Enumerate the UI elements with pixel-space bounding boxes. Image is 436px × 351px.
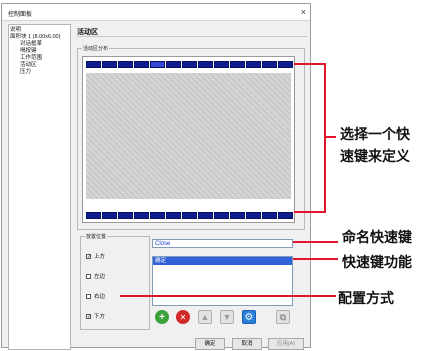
annotation-key-function: 快速键功能 xyxy=(342,255,412,271)
key-name-value: Close xyxy=(155,241,171,247)
tree-item-panel-block[interactable]: 面积块 1 (8.00x6.00) xyxy=(10,34,69,41)
hotkey-slot[interactable] xyxy=(262,212,277,219)
hotkey-slot[interactable] xyxy=(150,61,165,68)
hotkey-slot[interactable] xyxy=(214,212,229,219)
dialog-title: 控制面板 xyxy=(8,12,33,18)
tree-item-work-range[interactable]: 工作范围 xyxy=(10,55,69,62)
hotkey-slot[interactable] xyxy=(118,61,133,68)
active-area-group-label: 活动区分布 xyxy=(82,45,110,52)
hotkey-slot[interactable] xyxy=(182,61,197,68)
copy-icon[interactable]: ⧉ xyxy=(276,310,290,324)
hotkey-slot[interactable] xyxy=(86,212,101,219)
annotation-config-mode: 配置方式 xyxy=(338,291,394,307)
key-function-list[interactable]: 确定 xyxy=(152,256,293,306)
annotation-name-key: 命名快速键 xyxy=(342,230,412,246)
top-keys-row xyxy=(86,61,293,68)
checkbox-top-label: 上方 xyxy=(94,254,106,260)
apply-button[interactable]: 应用(A) xyxy=(268,338,304,350)
hotkey-slot[interactable] xyxy=(230,212,245,219)
callout-line-select-vertical xyxy=(324,63,326,213)
annotation-select-key-line2: 速键来定义 xyxy=(340,149,410,165)
ok-button[interactable]: 确定 xyxy=(195,338,225,350)
callout-line-config xyxy=(120,295,336,297)
callout-line-select-top xyxy=(294,63,326,65)
close-icon[interactable]: × xyxy=(301,7,306,17)
hotkey-slot[interactable] xyxy=(246,61,261,68)
hotkey-slot[interactable] xyxy=(134,61,149,68)
hotkey-slot[interactable] xyxy=(150,212,165,219)
hotkey-slot[interactable] xyxy=(166,61,181,68)
hotkey-slot[interactable] xyxy=(198,61,213,68)
hotkey-slot[interactable] xyxy=(262,61,277,68)
hotkey-slot[interactable] xyxy=(278,61,293,68)
annotation-select-key-line1: 选择一个快 xyxy=(340,127,410,143)
hotkey-slot[interactable] xyxy=(166,212,181,219)
section-divider xyxy=(77,36,307,37)
hotkey-slot[interactable] xyxy=(230,61,245,68)
hotkey-slot[interactable] xyxy=(214,61,229,68)
tree-item-dialog[interactable]: 对话框革 xyxy=(10,41,69,48)
active-area-panel xyxy=(82,56,295,223)
hotkey-slot[interactable] xyxy=(102,61,117,68)
tree-item-description[interactable]: 说明 xyxy=(10,27,69,34)
hotkey-slot[interactable] xyxy=(134,212,149,219)
placement-group-label: 放置位置 xyxy=(85,233,108,240)
checkbox-right[interactable]: 右边 xyxy=(86,292,105,300)
hotkey-slot[interactable] xyxy=(102,212,117,219)
gear-icon[interactable]: ⚙ xyxy=(242,310,256,324)
callout-line-select-bottom xyxy=(294,211,326,213)
cancel-button[interactable]: 取消 xyxy=(232,338,262,350)
hotkey-slot[interactable] xyxy=(182,212,197,219)
arrow-down-icon[interactable]: ▼ xyxy=(220,310,234,324)
checkbox-right-box[interactable] xyxy=(86,293,91,299)
checkbox-left[interactable]: 左边 xyxy=(86,272,105,280)
callout-line-function xyxy=(293,258,338,260)
tree-item-buttons[interactable]: 喝按键 xyxy=(10,48,69,55)
add-icon[interactable]: + xyxy=(155,310,169,324)
arrow-up-icon[interactable]: ▲ xyxy=(198,310,212,324)
callout-line-select-stub xyxy=(324,136,336,138)
checkbox-right-label: 右边 xyxy=(94,294,106,300)
callout-line-name xyxy=(293,241,338,243)
navigation-tree: 说明 面积块 1 (8.00x6.00) 对话框革 喝按键 工作范围 活动区 压… xyxy=(8,24,71,350)
key-name-input[interactable]: Close xyxy=(152,239,293,248)
active-area-hatch xyxy=(86,73,291,199)
checkbox-bottom-label: 下方 xyxy=(94,314,106,320)
list-item[interactable]: 确定 xyxy=(153,257,292,265)
hotkey-slot[interactable] xyxy=(86,61,101,68)
checkbox-left-label: 左边 xyxy=(94,274,106,280)
tree-item-pressure[interactable]: 压力 xyxy=(10,69,69,76)
checkbox-bottom[interactable]: ✓ 下方 xyxy=(86,312,105,320)
hotkey-slot[interactable] xyxy=(246,212,261,219)
hotkey-slot[interactable] xyxy=(278,212,293,219)
delete-icon[interactable]: ✕ xyxy=(176,310,190,324)
bottom-keys-row xyxy=(86,212,293,219)
hotkey-slot[interactable] xyxy=(198,212,213,219)
checkbox-bottom-box[interactable]: ✓ xyxy=(86,313,91,319)
checkbox-top-box[interactable]: ✓ xyxy=(86,253,91,259)
title-bar: 控制面板 × xyxy=(2,4,310,21)
checkbox-top[interactable]: ✓ 上方 xyxy=(86,252,105,260)
hotkey-slot[interactable] xyxy=(118,212,133,219)
checkbox-left-box[interactable] xyxy=(86,273,91,279)
tree-item-active-area[interactable]: 活动区 xyxy=(10,62,69,69)
